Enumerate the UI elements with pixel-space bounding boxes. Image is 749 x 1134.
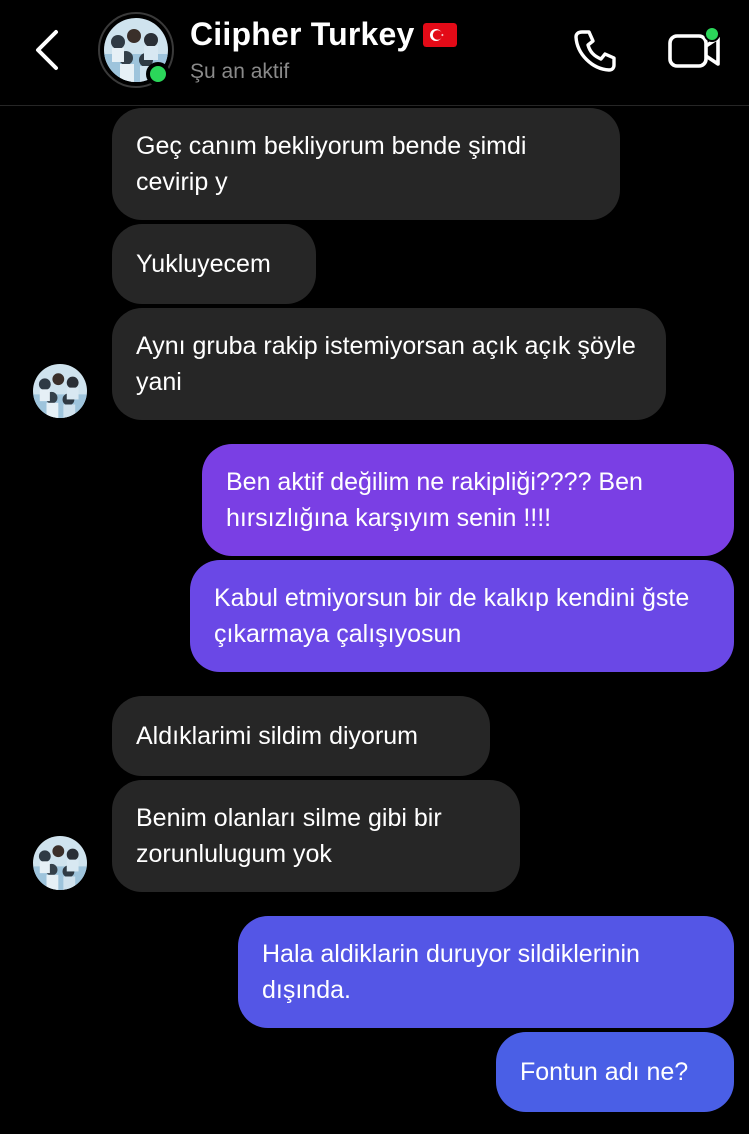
message-text: Hala aldiklarin duruyor sildiklerinin dı…	[262, 940, 640, 1004]
message-text: Benim olanları silme gibi bir zorunlulug…	[136, 804, 442, 868]
message-bubble-incoming[interactable]: Aldıklarimi sildim diyorum	[112, 696, 490, 776]
message-bubble-outgoing[interactable]: Fontun adı ne?	[496, 1032, 734, 1112]
chat-header: Ciipher Turkey Şu an aktif	[0, 0, 749, 106]
avatar-image	[33, 836, 87, 890]
message-bubble-incoming[interactable]: Yukluyecem	[112, 224, 316, 304]
message-text: Yukluyecem	[136, 250, 271, 278]
avatar-image	[33, 364, 87, 418]
message-text: Fontun adı ne?	[520, 1058, 689, 1086]
turkey-flag-icon	[422, 22, 457, 47]
message-text: Geç canım bekliyorum bende şimdi cevirip…	[136, 132, 527, 196]
message-text: Kabul etmiyorsun bir de kalkıp kendini ğ…	[214, 584, 690, 648]
message-bubble-outgoing[interactable]: Hala aldiklarin duruyor sildiklerinin dı…	[238, 916, 734, 1028]
message-bubble-incoming[interactable]: Geç canım bekliyorum bende şimdi cevirip…	[112, 108, 620, 220]
video-camera-icon[interactable]	[664, 24, 724, 76]
active-status: Şu an aktif	[190, 60, 290, 83]
phone-icon[interactable]	[570, 26, 620, 76]
message-text: Ben aktif değilim ne rakipliği???? Ben h…	[226, 468, 643, 532]
sender-avatar[interactable]	[33, 364, 87, 418]
message-text: Aynı gruba rakip istemiyorsan açık açık …	[136, 332, 636, 396]
message-bubble-incoming[interactable]: Benim olanları silme gibi bir zorunlulug…	[112, 780, 520, 892]
back-chevron-icon[interactable]	[28, 28, 68, 72]
sender-avatar[interactable]	[33, 836, 87, 890]
contact-name: Ciipher Turkey	[190, 16, 415, 52]
message-bubble-outgoing[interactable]: Ben aktif değilim ne rakipliği???? Ben h…	[202, 444, 734, 556]
message-bubble-outgoing[interactable]: Kabul etmiyorsun bir de kalkıp kendini ğ…	[190, 560, 734, 672]
contact-title[interactable]: Ciipher Turkey	[190, 16, 457, 53]
online-status-dot	[146, 62, 170, 86]
message-bubble-incoming[interactable]: Aynı gruba rakip istemiyorsan açık açık …	[112, 308, 666, 420]
message-text: Aldıklarimi sildim diyorum	[136, 722, 418, 750]
